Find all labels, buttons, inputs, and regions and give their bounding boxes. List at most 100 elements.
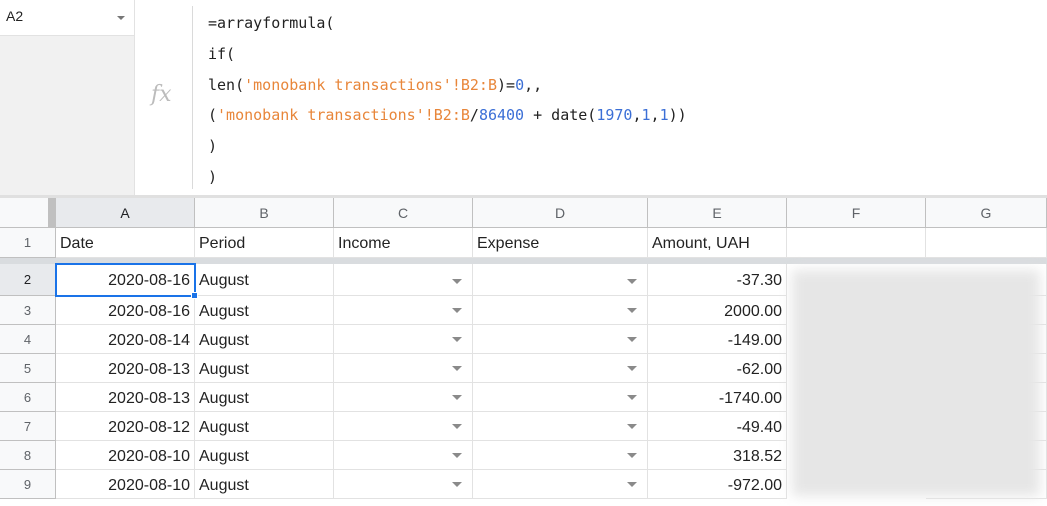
header-cell-amount[interactable]: Amount, UAH [648, 228, 787, 258]
chevron-down-icon[interactable] [627, 279, 637, 284]
income-dropdown[interactable] [334, 325, 473, 354]
chevron-down-icon[interactable] [627, 337, 637, 342]
header-cell-period[interactable]: Period [195, 228, 334, 258]
formula-line-4-month: 1 [641, 106, 651, 125]
row-header-6[interactable]: 6 [0, 383, 56, 412]
row-header-8[interactable]: 8 [0, 441, 56, 470]
chevron-down-icon[interactable] [627, 424, 637, 429]
date-cell[interactable]: 2020-08-16 [56, 296, 195, 325]
header-cell-expense[interactable]: Expense [473, 228, 648, 258]
income-dropdown[interactable] [334, 354, 473, 383]
column-header-c[interactable]: C [334, 198, 473, 228]
expense-dropdown[interactable] [473, 470, 648, 499]
date-cell[interactable]: 2020-08-10 [56, 441, 195, 470]
income-dropdown[interactable] [334, 383, 473, 412]
chevron-down-icon[interactable] [627, 453, 637, 458]
income-dropdown[interactable] [334, 412, 473, 441]
header-cell-f[interactable] [787, 228, 926, 258]
redacted-content [792, 270, 1040, 496]
header-cell-date[interactable]: Date [56, 228, 195, 258]
row-header-2[interactable]: 2 [0, 264, 56, 296]
period-cell[interactable]: August [195, 441, 334, 470]
formula-line-4-mid: + date( [524, 106, 597, 125]
spreadsheet-grid[interactable]: A B C D E F G 1 Date Period Income Expen… [0, 198, 1047, 506]
date-cell[interactable]: 2020-08-10 [56, 470, 195, 499]
chevron-down-icon[interactable] [452, 453, 462, 458]
column-header-g[interactable]: G [926, 198, 1047, 228]
fill-handle[interactable] [191, 292, 198, 299]
date-cell[interactable]: 2020-08-14 [56, 325, 195, 354]
expense-dropdown[interactable] [473, 354, 648, 383]
chevron-down-icon[interactable] [452, 279, 462, 284]
period-cell[interactable]: August [195, 296, 334, 325]
chevron-down-icon[interactable] [627, 308, 637, 313]
formula-line-3-op: )= [497, 75, 516, 94]
select-all-corner[interactable] [0, 198, 56, 228]
formula-line-4-day: 1 [659, 106, 669, 125]
amount-cell[interactable]: -149.00 [648, 325, 787, 354]
column-header-d[interactable]: D [473, 198, 648, 228]
expense-dropdown[interactable] [473, 441, 648, 470]
column-header-b[interactable]: B [195, 198, 334, 228]
column-header-a[interactable]: A [56, 198, 195, 228]
row-header-3[interactable]: 3 [0, 296, 56, 325]
formula-line-5: ) [208, 137, 218, 156]
chevron-down-icon[interactable] [452, 366, 462, 371]
date-cell[interactable]: 2020-08-12 [56, 412, 195, 441]
chevron-down-icon[interactable] [627, 482, 637, 487]
chevron-down-icon[interactable] [452, 482, 462, 487]
expense-dropdown[interactable] [473, 296, 648, 325]
freeze-handle[interactable] [48, 198, 56, 228]
date-cell[interactable]: 2020-08-13 [56, 383, 195, 412]
amount-cell[interactable]: 318.52 [648, 441, 787, 470]
period-cell[interactable]: August [195, 264, 334, 296]
expense-dropdown[interactable] [473, 383, 648, 412]
period-cell[interactable]: August [195, 383, 334, 412]
name-box-background [0, 36, 134, 195]
amount-cell[interactable]: 2000.00 [648, 296, 787, 325]
amount-cell[interactable]: -1740.00 [648, 383, 787, 412]
formula-line-4-end: )) [668, 106, 687, 125]
chevron-down-icon[interactable] [627, 366, 637, 371]
formula-line-4-comma2: , [650, 106, 660, 125]
formula-line-4-div: / [469, 106, 479, 125]
date-cell[interactable]: 2020-08-13 [56, 354, 195, 383]
header-cell-income[interactable]: Income [334, 228, 473, 258]
amount-cell[interactable]: -37.30 [648, 264, 787, 296]
row-header-9[interactable]: 9 [0, 470, 56, 499]
period-cell[interactable]: August [195, 325, 334, 354]
income-dropdown[interactable] [334, 264, 473, 296]
period-cell[interactable]: August [195, 470, 334, 499]
header-cell-g[interactable] [926, 228, 1047, 258]
column-header-f[interactable]: F [787, 198, 926, 228]
income-dropdown[interactable] [334, 470, 473, 499]
name-box[interactable]: A2 [0, 0, 134, 36]
period-cell[interactable]: August [195, 412, 334, 441]
row-header-1[interactable]: 1 [0, 228, 56, 258]
column-header-e[interactable]: E [648, 198, 787, 228]
date-cell[interactable]: 2020-08-16 [56, 264, 195, 296]
row-header-7[interactable]: 7 [0, 412, 56, 441]
expense-dropdown[interactable] [473, 325, 648, 354]
formula-line-4-year: 1970 [596, 106, 633, 125]
chevron-down-icon[interactable] [452, 337, 462, 342]
formula-line-3-end: ,, [524, 75, 543, 94]
income-dropdown[interactable] [334, 296, 473, 325]
chevron-down-icon[interactable] [452, 308, 462, 313]
chevron-down-icon[interactable] [117, 16, 125, 20]
period-cell[interactable]: August [195, 354, 334, 383]
amount-cell[interactable]: -49.40 [648, 412, 787, 441]
formula-input[interactable]: =arrayformula( if( len('monobank transac… [208, 8, 687, 193]
row-header-4[interactable]: 4 [0, 325, 56, 354]
expense-dropdown[interactable] [473, 412, 648, 441]
chevron-down-icon[interactable] [452, 424, 462, 429]
amount-cell[interactable]: -972.00 [648, 470, 787, 499]
income-dropdown[interactable] [334, 441, 473, 470]
row-header-5[interactable]: 5 [0, 354, 56, 383]
chevron-down-icon[interactable] [627, 395, 637, 400]
formula-line-4-open: ( [208, 106, 218, 125]
chevron-down-icon[interactable] [452, 395, 462, 400]
amount-cell[interactable]: -62.00 [648, 354, 787, 383]
formula-line-4-comma1: , [632, 106, 642, 125]
expense-dropdown[interactable] [473, 264, 648, 296]
